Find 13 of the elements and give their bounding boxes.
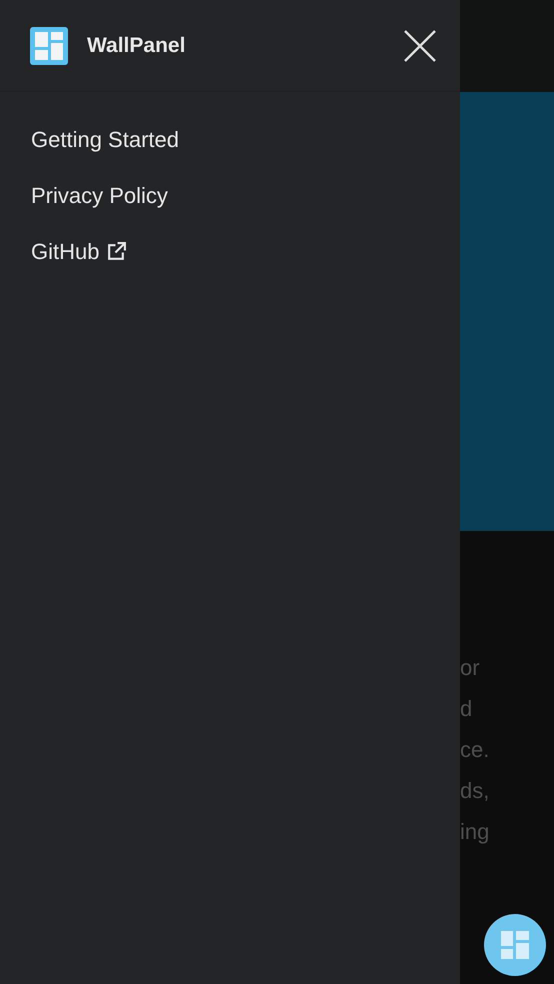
body-text: ce.: [460, 736, 490, 764]
external-link-icon: [106, 240, 128, 262]
close-icon: [404, 30, 436, 62]
body-text: ing: [460, 818, 490, 846]
body-text: ds,: [460, 777, 490, 805]
body-text: d: [460, 695, 472, 723]
menu-link[interactable]: Getting Started: [0, 111, 179, 167]
body-text: or: [460, 654, 480, 682]
dashboard-icon: [501, 931, 529, 959]
app-title: WallPanel: [87, 32, 186, 59]
menu-link[interactable]: Privacy Policy: [0, 167, 168, 223]
menu-link[interactable]: GitHub: [0, 223, 128, 279]
logo-icon: [30, 26, 68, 64]
